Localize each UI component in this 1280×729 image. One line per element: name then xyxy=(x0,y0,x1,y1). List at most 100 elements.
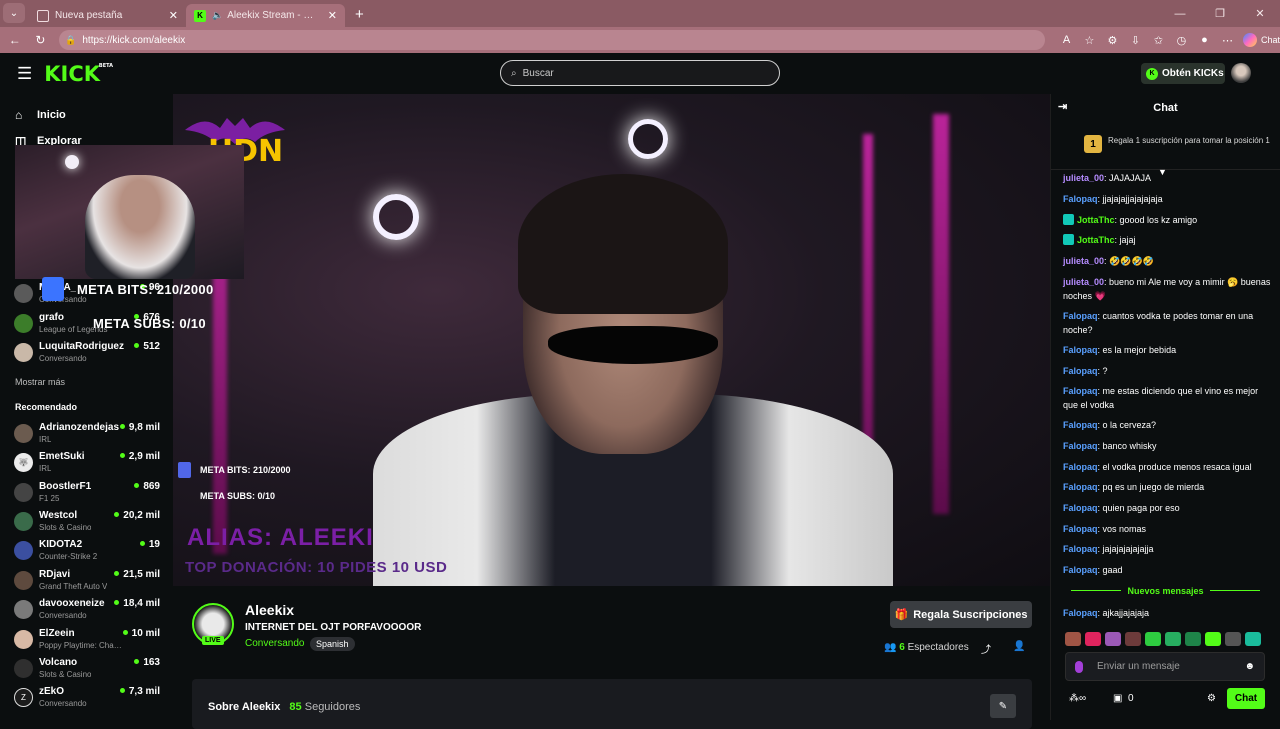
points-icon[interactable]: ⁂∞ xyxy=(1069,693,1086,704)
home-icon: ⌂ xyxy=(15,108,23,122)
favorites-icon[interactable]: ✩ xyxy=(1147,34,1170,47)
emote-icon[interactable] xyxy=(1145,632,1161,646)
mic-icon[interactable] xyxy=(1075,660,1083,673)
recommended-channel[interactable]: 🐺 EmetSuki IRL 2,9 mil xyxy=(14,450,164,476)
emote-icon[interactable] xyxy=(1085,632,1101,646)
new-tab-button[interactable]: + xyxy=(355,6,364,23)
stream-info: LIVE Aleekix INTERNET DEL OJT PORFAVOOOO… xyxy=(173,586,1050,729)
tab-actions-menu-icon[interactable]: ⌄ xyxy=(3,3,25,23)
channel-avatar xyxy=(14,600,33,619)
emote-icon[interactable] xyxy=(1165,632,1181,646)
recommended-channel[interactable]: Westcol Slots & Casino 20,2 mil xyxy=(14,509,164,535)
copilot-button[interactable]: Chat xyxy=(1242,33,1280,47)
emote-icon[interactable] xyxy=(1065,632,1081,646)
chat-username[interactable]: Falopaq xyxy=(1063,366,1098,376)
emote-icon[interactable] xyxy=(1105,632,1121,646)
menu-icon[interactable]: ☰ xyxy=(17,64,32,84)
url-field[interactable]: 🔒 https://kick.com/aleekix xyxy=(59,30,1045,50)
channel-name: ElZeein xyxy=(39,628,75,639)
rank-badge: 1 xyxy=(1084,135,1102,153)
recommended-channel[interactable]: ZzEkO Conversando 7,3 mil xyxy=(14,685,164,711)
streamer-name[interactable]: Aleekix xyxy=(245,602,294,618)
chat-username[interactable]: julieta_00 xyxy=(1063,277,1104,287)
video-player[interactable]: HDN META BITS: 210/2000 META SUBS: 0/10 … xyxy=(173,94,1050,586)
sidebar-item-home[interactable]: ⌂ Inicio xyxy=(0,102,173,128)
more-options-icon[interactable]: ⋯ xyxy=(1216,34,1239,47)
browser-tab-new[interactable]: Nueva pestaña ✕ xyxy=(29,4,186,27)
chat-username[interactable]: julieta_00 xyxy=(1063,256,1104,266)
recommended-channel[interactable]: BoostlerF1 F1 25 869 xyxy=(14,480,164,506)
chat-username[interactable]: Falopaq xyxy=(1063,482,1098,492)
chat-username[interactable]: Falopaq xyxy=(1063,462,1098,472)
beta-badge: BETA xyxy=(98,62,114,69)
recommended-channel[interactable]: RDjavi Grand Theft Auto V 21,5 mil xyxy=(14,568,164,594)
live-badge: LIVE xyxy=(202,636,224,645)
chat-username[interactable]: Falopaq xyxy=(1063,565,1098,575)
recommended-channel[interactable]: davooxeneize Conversando 18,4 mil xyxy=(14,597,164,623)
search-input[interactable]: ⌕ Buscar xyxy=(500,60,780,86)
emote-icon[interactable] xyxy=(1185,632,1201,646)
recommended-channel[interactable]: Volcano Slots & Casino 163 xyxy=(14,656,164,682)
lock-icon[interactable]: 🔒 xyxy=(65,35,76,46)
collapse-chat-icon[interactable]: ⇥ xyxy=(1058,100,1067,113)
restore-icon[interactable]: ❐ xyxy=(1200,7,1240,20)
read-aloud-icon[interactable]: A xyxy=(1055,34,1078,46)
refresh-icon[interactable]: ↻ xyxy=(30,33,52,47)
speaker-icon[interactable]: 🔈 xyxy=(212,10,223,21)
chat-text: ajkajjajajaja xyxy=(1102,608,1150,618)
chat-username[interactable]: JottaThc xyxy=(1077,235,1115,245)
profile-icon[interactable]: ● xyxy=(1193,34,1216,46)
chat-username[interactable]: Falopaq xyxy=(1063,420,1098,430)
close-window-icon[interactable]: ✕ xyxy=(1240,7,1280,20)
new-messages-divider[interactable]: Nuevos mensajes xyxy=(1051,586,1280,596)
chat-username[interactable]: Falopaq xyxy=(1063,345,1098,355)
recommended-channel[interactable]: KIDOTA2 Counter-Strike 2 19 xyxy=(14,538,164,564)
extensions-icon[interactable]: ⚙ xyxy=(1101,34,1124,47)
close-tab-icon[interactable]: ✕ xyxy=(169,9,178,22)
close-tab-icon[interactable]: ✕ xyxy=(328,9,337,22)
chat-username[interactable]: Falopaq xyxy=(1063,524,1098,534)
get-kicks-button[interactable]: K Obtén KICKs xyxy=(1141,63,1225,84)
stream-category[interactable]: Conversando xyxy=(245,638,304,649)
gift-subscriptions-button[interactable]: 🎁 Regala Suscripciones xyxy=(890,601,1032,628)
language-tag[interactable]: Spanish xyxy=(310,637,355,651)
chat-message-input[interactable]: Enviar un mensaje ☻ xyxy=(1065,652,1265,681)
chat-username[interactable]: Falopaq xyxy=(1063,544,1098,554)
chat-send-button[interactable]: Chat xyxy=(1227,688,1265,709)
chat-username[interactable]: Falopaq xyxy=(1063,386,1098,396)
ring-light xyxy=(65,155,79,169)
emote-icon[interactable] xyxy=(1225,632,1241,646)
recommended-channel[interactable]: ElZeein Poppy Playtime: Chapter 4 10 mil xyxy=(14,627,164,653)
downloads-icon[interactable]: ⇩ xyxy=(1124,34,1147,47)
chat-username[interactable]: JottaThc xyxy=(1077,215,1115,225)
follow-user-icon[interactable]: 👤 xyxy=(1013,641,1025,652)
chat-username[interactable]: Falopaq xyxy=(1063,503,1098,513)
edit-icon[interactable]: ✎ xyxy=(990,694,1016,718)
tab-title: Aleekix Stream - Watch Live on Kick xyxy=(227,10,322,21)
emote-icon[interactable] xyxy=(1125,632,1141,646)
favorite-star-icon[interactable]: ☆ xyxy=(1078,34,1101,47)
history-icon[interactable]: ◷ xyxy=(1170,34,1193,47)
chat-username[interactable]: Falopaq xyxy=(1063,608,1098,618)
show-more-link[interactable]: Mostrar más xyxy=(15,377,65,387)
browser-tab-kick[interactable]: K 🔈 Aleekix Stream - Watch Live on Kick … xyxy=(186,4,345,27)
share-icon[interactable]: ⤴ xyxy=(981,641,991,656)
following-channel[interactable]: LuquitaRodriguez Conversando 512 xyxy=(14,340,164,366)
chat-username[interactable]: julieta_00 xyxy=(1063,173,1104,183)
emote-icon[interactable] xyxy=(1245,632,1261,646)
kicks-wallet-icon[interactable]: ▣ xyxy=(1113,693,1122,704)
user-avatar[interactable] xyxy=(1231,63,1251,83)
recommended-channel[interactable]: Adrianozendejas IRL 9,8 mil xyxy=(14,421,164,447)
minimize-icon[interactable]: — xyxy=(1160,8,1200,20)
chat-username[interactable]: Falopaq xyxy=(1063,311,1098,321)
pinned-gift-banner[interactable]: 1 Regala 1 suscripción para tomar la pos… xyxy=(1051,122,1280,177)
subscriber-badge-icon xyxy=(1063,214,1074,225)
kick-logo[interactable]: KICK BETA xyxy=(44,62,113,86)
emote-icon[interactable] xyxy=(1205,632,1221,646)
emoji-icon[interactable]: ☻ xyxy=(1244,661,1255,672)
copilot-label: Chat xyxy=(1260,35,1280,45)
chat-username[interactable]: Falopaq xyxy=(1063,441,1098,451)
chat-settings-icon[interactable]: ⚙ xyxy=(1207,693,1216,704)
back-icon[interactable]: ← xyxy=(4,33,26,47)
chat-username[interactable]: Falopaq xyxy=(1063,194,1098,204)
